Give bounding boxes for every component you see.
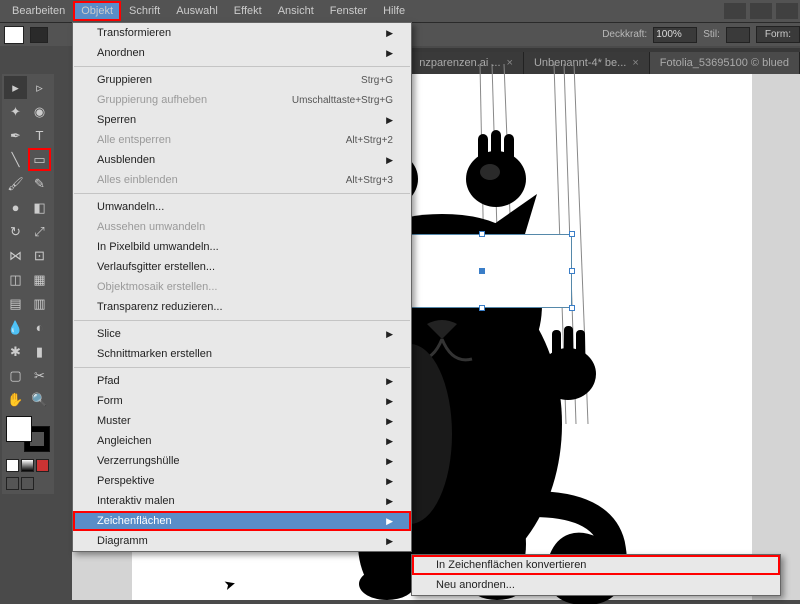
arrange-icon[interactable] bbox=[750, 3, 772, 19]
menu-item: Alle entsperrenAlt+Strg+2 bbox=[73, 130, 411, 150]
menu-item[interactable]: Ausblenden▶ bbox=[73, 150, 411, 170]
eraser-tool[interactable]: ◧ bbox=[28, 196, 51, 219]
scale-tool[interactable]: ⤢ bbox=[28, 220, 51, 243]
line-tool[interactable]: ╲ bbox=[4, 148, 27, 171]
menu-item[interactable]: Transparenz reduzieren... bbox=[73, 297, 411, 317]
zoom-tool[interactable]: 🔍 bbox=[28, 388, 51, 411]
chevron-right-icon: ▶ bbox=[386, 536, 393, 547]
fill-stroke-control[interactable] bbox=[4, 416, 52, 452]
chevron-right-icon: ▶ bbox=[386, 476, 393, 487]
menu-objekt[interactable]: Objekt bbox=[73, 1, 121, 21]
mesh-tool[interactable]: ▤ bbox=[4, 292, 27, 315]
menu-ansicht[interactable]: Ansicht bbox=[270, 1, 322, 21]
free-transform-tool[interactable]: ⊡ bbox=[28, 244, 51, 267]
chevron-right-icon: ▶ bbox=[386, 115, 393, 126]
menu-hilfe[interactable]: Hilfe bbox=[375, 1, 413, 21]
workspace-icon[interactable] bbox=[724, 3, 746, 19]
menu-auswahl[interactable]: Auswahl bbox=[168, 1, 226, 21]
menu-item: Gruppierung aufhebenUmschalttaste+Strg+G bbox=[73, 90, 411, 110]
rectangle-tool[interactable]: ▭ bbox=[28, 148, 51, 171]
menu-item[interactable]: Umwandeln... bbox=[73, 197, 411, 217]
opacity-label: Deckkraft: bbox=[602, 29, 647, 40]
menu-item[interactable]: Anordnen▶ bbox=[73, 43, 411, 63]
menu-item: Aussehen umwandeln bbox=[73, 217, 411, 237]
paintbrush-tool[interactable]: 🖌 bbox=[4, 172, 27, 195]
menu-item[interactable]: Slice▶ bbox=[73, 324, 411, 344]
menu-item[interactable]: Verzerrungshülle▶ bbox=[73, 451, 411, 471]
menu-item[interactable]: Form▶ bbox=[73, 391, 411, 411]
menu-item[interactable]: In Pixelbild umwandeln... bbox=[73, 237, 411, 257]
chevron-right-icon: ▶ bbox=[386, 436, 393, 447]
chevron-right-icon: ▶ bbox=[386, 416, 393, 427]
rotate-tool[interactable]: ↻ bbox=[4, 220, 27, 243]
chevron-right-icon: ▶ bbox=[386, 28, 393, 39]
menu-item[interactable]: Verlaufsgitter erstellen... bbox=[73, 257, 411, 277]
column-graph-tool[interactable]: ▮ bbox=[28, 340, 51, 363]
selection-box[interactable] bbox=[392, 234, 572, 308]
menu-fenster[interactable]: Fenster bbox=[322, 1, 375, 21]
pen-tool[interactable]: ✒ bbox=[4, 124, 27, 147]
chevron-right-icon: ▶ bbox=[386, 396, 393, 407]
chevron-right-icon: ▶ bbox=[386, 376, 393, 387]
menu-effekt[interactable]: Effekt bbox=[226, 1, 270, 21]
menu-item[interactable]: Diagramm▶ bbox=[73, 531, 411, 551]
pencil-tool[interactable]: ✎ bbox=[28, 172, 51, 195]
type-tool[interactable]: T bbox=[28, 124, 51, 147]
chevron-right-icon: ▶ bbox=[386, 456, 393, 467]
menu-item[interactable]: Perspektive▶ bbox=[73, 471, 411, 491]
chevron-right-icon: ▶ bbox=[386, 516, 393, 527]
menu-item[interactable]: Schnittmarken erstellen bbox=[73, 344, 411, 364]
menu-item[interactable]: GruppierenStrg+G bbox=[73, 70, 411, 90]
lasso-tool[interactable]: ◉ bbox=[28, 100, 51, 123]
form-button[interactable]: Form: bbox=[756, 26, 800, 43]
blob-brush-tool[interactable]: ● bbox=[4, 196, 27, 219]
zeichenflaechen-submenu: In Zeichenflächen konvertierenNeu anordn… bbox=[411, 554, 781, 596]
selection-tool[interactable]: ▸ bbox=[4, 76, 27, 99]
direct-selection-tool[interactable]: ▹ bbox=[28, 76, 51, 99]
submenu-item[interactable]: In Zeichenflächen konvertieren bbox=[412, 555, 780, 575]
menu-bar: Bearbeiten Objekt Schrift Auswahl Effekt… bbox=[0, 0, 800, 22]
chevron-right-icon: ▶ bbox=[386, 48, 393, 59]
stroke-swatch[interactable] bbox=[30, 27, 48, 43]
fill-swatch[interactable] bbox=[4, 26, 24, 44]
menu-bearbeiten[interactable]: Bearbeiten bbox=[4, 1, 73, 21]
menu-item[interactable]: Zeichenflächen▶ bbox=[73, 511, 411, 531]
color-mode-icons[interactable] bbox=[4, 457, 51, 474]
chevron-right-icon: ▶ bbox=[386, 329, 393, 340]
menu-item[interactable]: Sperren▶ bbox=[73, 110, 411, 130]
width-tool[interactable]: ⋈ bbox=[4, 244, 27, 267]
menu-item: Alles einblendenAlt+Strg+3 bbox=[73, 170, 411, 190]
menu-item[interactable]: Transformieren▶ bbox=[73, 23, 411, 43]
blend-tool[interactable]: ◐ bbox=[28, 316, 51, 339]
tools-panel: ▸ ▹ ✦ ◉ ✒ T ╲ ▭ 🖌 ✎ ● ◧ ↻ ⤢ ⋈ ⊡ ◫ ▦ ▤ ▥ … bbox=[2, 74, 54, 494]
chevron-right-icon: ▶ bbox=[386, 496, 393, 507]
screen-mode-icons[interactable] bbox=[4, 475, 36, 492]
magic-wand-tool[interactable]: ✦ bbox=[4, 100, 27, 123]
submenu-item[interactable]: Neu anordnen... bbox=[412, 575, 780, 595]
opacity-input[interactable] bbox=[653, 27, 697, 43]
style-label: Stil: bbox=[703, 29, 720, 40]
menu-item[interactable]: Angleichen▶ bbox=[73, 431, 411, 451]
eyedropper-tool[interactable]: 💧 bbox=[4, 316, 27, 339]
perspective-grid-tool[interactable]: ▦ bbox=[28, 268, 51, 291]
gradient-tool[interactable]: ▥ bbox=[28, 292, 51, 315]
style-dropdown[interactable] bbox=[726, 27, 750, 43]
slice-tool[interactable]: ✂ bbox=[28, 364, 51, 387]
menu-schrift[interactable]: Schrift bbox=[121, 1, 168, 21]
sync-icon[interactable] bbox=[776, 3, 798, 19]
symbol-sprayer-tool[interactable]: ✱ bbox=[4, 340, 27, 363]
menu-item[interactable]: Muster▶ bbox=[73, 411, 411, 431]
menu-item[interactable]: Interaktiv malen▶ bbox=[73, 491, 411, 511]
objekt-menu-dropdown: Transformieren▶Anordnen▶ GruppierenStrg+G… bbox=[72, 22, 412, 552]
chevron-right-icon: ▶ bbox=[386, 155, 393, 166]
tab-3[interactable]: Fotolia_53695100 © blued bbox=[650, 52, 800, 74]
menu-item: Objektmosaik erstellen... bbox=[73, 277, 411, 297]
hand-tool[interactable]: ✋ bbox=[4, 388, 27, 411]
shape-builder-tool[interactable]: ◫ bbox=[4, 268, 27, 291]
menu-item[interactable]: Pfad▶ bbox=[73, 371, 411, 391]
artboard-tool[interactable]: ▢ bbox=[4, 364, 27, 387]
